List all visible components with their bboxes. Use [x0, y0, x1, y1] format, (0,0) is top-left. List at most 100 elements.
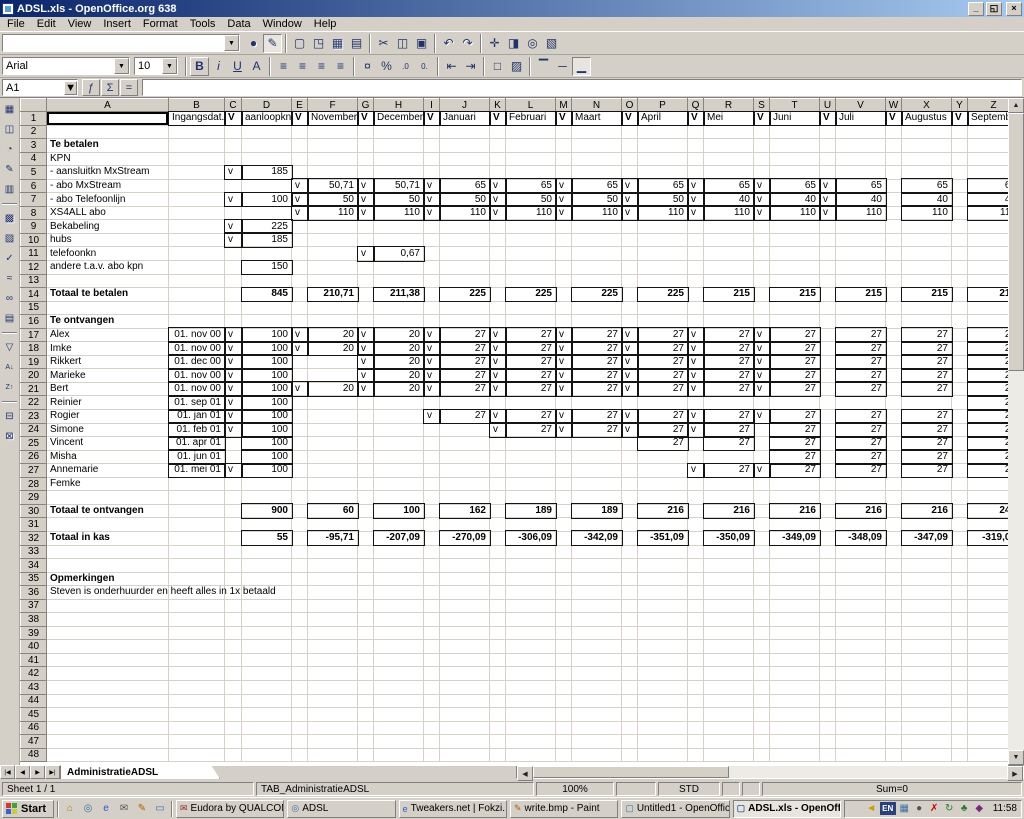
- cell-A26[interactable]: Misha: [47, 450, 169, 464]
- cell-C5[interactable]: v: [225, 166, 242, 180]
- cell-L36[interactable]: [506, 586, 556, 600]
- insert-rows-icon[interactable]: ⊟: [1, 408, 18, 425]
- cell-P43[interactable]: [638, 680, 688, 694]
- cell-B19[interactable]: 01. dec 00: [169, 355, 225, 369]
- cell-M5[interactable]: [556, 166, 572, 180]
- row-header-39[interactable]: 39: [21, 626, 47, 640]
- cell-K48[interactable]: [490, 748, 506, 762]
- cell-D17[interactable]: 100: [242, 328, 292, 342]
- cell-P41[interactable]: [638, 653, 688, 667]
- cell-U17[interactable]: [820, 328, 836, 342]
- cell-G21[interactable]: v: [358, 382, 374, 396]
- row-header-11[interactable]: 11: [21, 247, 47, 261]
- cell-X1[interactable]: Augustus: [902, 112, 952, 126]
- cell-V8[interactable]: 110: [836, 206, 886, 220]
- cell-N44[interactable]: [572, 694, 622, 708]
- cell-O21[interactable]: v: [622, 382, 638, 396]
- cell-U1[interactable]: V: [820, 112, 836, 126]
- cell-J44[interactable]: [440, 694, 490, 708]
- cell-L43[interactable]: [506, 680, 556, 694]
- row-header-35[interactable]: 35: [21, 572, 47, 586]
- cell-U42[interactable]: [820, 667, 836, 681]
- cell-X23[interactable]: 27: [902, 410, 952, 424]
- column-header-O[interactable]: O: [622, 99, 638, 112]
- cell-X25[interactable]: 27: [902, 437, 952, 451]
- cell-F19[interactable]: [308, 355, 358, 369]
- cell-B33[interactable]: [169, 545, 225, 559]
- cell-U3[interactable]: [820, 139, 836, 153]
- cell-P39[interactable]: [638, 626, 688, 640]
- cell-G13[interactable]: [358, 274, 374, 288]
- row-header-43[interactable]: 43: [21, 680, 47, 694]
- column-header-V[interactable]: V: [836, 99, 886, 112]
- cell-P30[interactable]: 216: [638, 504, 688, 518]
- row-header-40[interactable]: 40: [21, 640, 47, 654]
- increase-indent-icon[interactable]: ⇥: [461, 57, 480, 76]
- cell-B43[interactable]: [169, 680, 225, 694]
- cell-O47[interactable]: [622, 735, 638, 749]
- cell-I7[interactable]: v: [424, 193, 440, 207]
- cell-A29[interactable]: [47, 491, 169, 505]
- row-header-28[interactable]: 28: [21, 477, 47, 491]
- cell-Q3[interactable]: [688, 139, 704, 153]
- cell-U28[interactable]: [820, 477, 836, 491]
- cell-S36[interactable]: [754, 586, 770, 600]
- cell-A15[interactable]: [47, 301, 169, 315]
- cell-D12[interactable]: 150: [242, 261, 292, 275]
- cell-P16[interactable]: [638, 315, 688, 329]
- cell-N36[interactable]: [572, 586, 622, 600]
- align-top-icon[interactable]: ▔: [534, 57, 553, 76]
- row-header-20[interactable]: 20: [21, 369, 47, 383]
- column-header-M[interactable]: M: [556, 99, 572, 112]
- row-header-47[interactable]: 47: [21, 735, 47, 749]
- cell-N5[interactable]: [572, 166, 622, 180]
- row-header-26[interactable]: 26: [21, 450, 47, 464]
- cell-J10[interactable]: [440, 233, 490, 247]
- cell-P20[interactable]: 27: [638, 369, 688, 383]
- autospellcheck-icon[interactable]: ≈: [1, 270, 18, 287]
- cell-I21[interactable]: v: [424, 382, 440, 396]
- cell-C47[interactable]: [225, 735, 242, 749]
- cell-R2[interactable]: [704, 125, 754, 139]
- cell-E33[interactable]: [292, 545, 308, 559]
- cell-B17[interactable]: 01. nov 00: [169, 328, 225, 342]
- cell-A20[interactable]: Marieke: [47, 369, 169, 383]
- cell-J40[interactable]: [440, 640, 490, 654]
- cell-Y34[interactable]: [952, 559, 968, 573]
- cell-N28[interactable]: [572, 477, 622, 491]
- cell-N33[interactable]: [572, 545, 622, 559]
- column-header-E[interactable]: E: [292, 99, 308, 112]
- cell-L28[interactable]: [506, 477, 556, 491]
- cell-D16[interactable]: [242, 315, 292, 329]
- cell-Y39[interactable]: [952, 626, 968, 640]
- cell-B16[interactable]: [169, 315, 225, 329]
- cell-F48[interactable]: [308, 748, 358, 762]
- cell-F9[interactable]: [308, 220, 358, 234]
- cell-Z35[interactable]: [968, 572, 1009, 586]
- cell-G30[interactable]: [358, 504, 374, 518]
- cell-S15[interactable]: [754, 301, 770, 315]
- cell-L30[interactable]: 189: [506, 504, 556, 518]
- cell-K18[interactable]: v: [490, 342, 506, 356]
- menu-file[interactable]: File: [1, 17, 31, 31]
- cell-H40[interactable]: [374, 640, 424, 654]
- menu-edit[interactable]: Edit: [31, 17, 62, 31]
- cell-M17[interactable]: v: [556, 328, 572, 342]
- cell-V21[interactable]: 27: [836, 382, 886, 396]
- row-header-15[interactable]: 15: [21, 301, 47, 315]
- cell-U46[interactable]: [820, 721, 836, 735]
- cell-G5[interactable]: [358, 166, 374, 180]
- cell-A39[interactable]: [47, 626, 169, 640]
- cell-I4[interactable]: [424, 152, 440, 166]
- cell-R39[interactable]: [704, 626, 754, 640]
- cell-T33[interactable]: [770, 545, 820, 559]
- cell-W5[interactable]: [886, 166, 902, 180]
- row-header-22[interactable]: 22: [21, 396, 47, 410]
- cell-C39[interactable]: [225, 626, 242, 640]
- cell-P48[interactable]: [638, 748, 688, 762]
- row-header-46[interactable]: 46: [21, 721, 47, 735]
- cell-K15[interactable]: [490, 301, 506, 315]
- cell-L13[interactable]: [506, 274, 556, 288]
- cell-J31[interactable]: [440, 518, 490, 532]
- cell-U40[interactable]: [820, 640, 836, 654]
